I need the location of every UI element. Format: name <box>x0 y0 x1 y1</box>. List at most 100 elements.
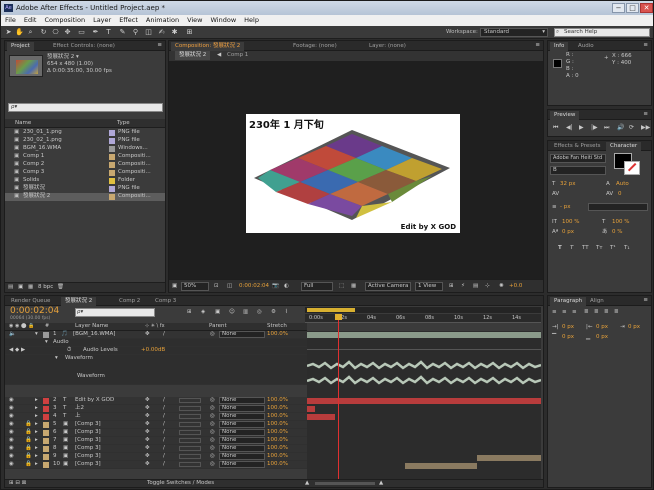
viewer-canvas[interactable]: 230年 1 月下旬 Edit by X GOD <box>169 61 543 279</box>
small-caps-icon[interactable]: Tᴛ <box>596 245 603 252</box>
time-navigator[interactable] <box>305 307 541 313</box>
last-frame-icon[interactable]: ⏭ <box>604 124 609 131</box>
font-family-select[interactable]: Adobe Fan Heiti Std <box>550 154 606 163</box>
stretch-value[interactable]: 100.0% <box>267 397 288 404</box>
twirl-closed-icon[interactable]: ▸ <box>35 397 38 404</box>
quality-switch-icon[interactable]: / <box>163 421 165 428</box>
collapse-switch-icon[interactable]: ✥ <box>145 461 150 468</box>
twirl-closed-icon[interactable]: ▸ <box>35 453 38 460</box>
collapse-switch-icon[interactable]: ✥ <box>145 331 150 338</box>
justify-last-center-icon[interactable]: ≣ <box>594 309 599 316</box>
menu-composition[interactable]: Composition <box>40 15 89 26</box>
stopwatch-icon[interactable]: ⏱ <box>67 347 71 354</box>
tab-effects-presets[interactable]: Effects & Presets <box>550 142 605 151</box>
tab-footage[interactable]: Footage: (none) <box>289 42 341 51</box>
quality-switch-icon[interactable]: / <box>163 413 165 420</box>
tab-audio[interactable]: Audio <box>574 42 598 51</box>
panel-menu-icon[interactable]: ≡ <box>643 297 648 304</box>
zoom-out-icon[interactable]: ▲ <box>305 480 309 487</box>
quality-switch-icon[interactable]: / <box>163 445 165 452</box>
label-color[interactable] <box>43 462 49 468</box>
flowchart-icon[interactable]: ⊹ <box>485 283 490 290</box>
transparency-grid-icon[interactable]: ▦ <box>351 283 356 290</box>
subscript-icon[interactable]: T₁ <box>624 245 630 252</box>
label-color[interactable] <box>43 438 49 444</box>
video-switch-icon[interactable]: ◉ <box>9 421 14 428</box>
current-time-indicator[interactable] <box>338 314 339 479</box>
twirl-closed-icon[interactable]: ▸ <box>35 405 38 412</box>
parent-select[interactable]: None <box>219 453 265 460</box>
project-item-label-color[interactable] <box>109 154 115 160</box>
always-preview-icon[interactable]: ▣ <box>172 283 177 290</box>
collapse-switch-icon[interactable]: ✥ <box>145 429 150 436</box>
panel-menu-icon[interactable]: ≡ <box>157 42 162 49</box>
tab-composition[interactable]: Composition: 發展狀況 2 <box>171 42 245 51</box>
layer-switches-icon[interactable]: ⊞ ⊟ ⊠ <box>9 480 26 487</box>
project-item-row[interactable]: ▣ Comp 1 Compositi... <box>5 153 165 161</box>
stretch-value[interactable]: 100.0% <box>267 421 288 428</box>
zoom-tool-icon[interactable]: ⌕ <box>26 28 35 37</box>
vertical-scale-value[interactable]: 100 % <box>562 219 579 226</box>
twirl-closed-icon[interactable]: ▸ <box>35 421 38 428</box>
parent-select[interactable]: None <box>219 397 265 404</box>
project-item-row[interactable]: ▣ 230_02_1.png PNG file <box>5 137 165 145</box>
tab-character[interactable]: Character <box>606 142 642 151</box>
layer-switch-boxes[interactable] <box>179 422 201 427</box>
label-color[interactable] <box>43 422 49 428</box>
roto-brush-tool-icon[interactable]: ✍ <box>157 28 166 37</box>
exposure-value[interactable]: +0.0 <box>509 283 522 290</box>
video-switch-icon[interactable]: ◉ <box>9 429 14 436</box>
twirl-closed-icon[interactable]: ▸ <box>35 429 38 436</box>
space-before-value[interactable]: 0 px <box>562 334 574 341</box>
justify-all-icon[interactable]: ≣ <box>614 309 619 316</box>
tab-timeline-comp3[interactable]: Comp 3 <box>151 297 180 306</box>
hand-tool-icon[interactable]: ✋ <box>15 28 24 37</box>
label-color[interactable] <box>43 332 49 338</box>
rectangle-tool-icon[interactable]: ▭ <box>77 28 86 37</box>
project-item-label-color[interactable] <box>109 186 115 192</box>
zoom-select[interactable]: 50% <box>181 282 209 291</box>
layer-row-7[interactable]: ◉ 🔒 ▸ 7 ▣ [Comp 3] ✥ / ◎ None 100.0% <box>5 437 307 445</box>
layer-switch-boxes[interactable] <box>179 462 201 467</box>
fast-previews-icon[interactable]: ⚡ <box>461 283 465 290</box>
parent-pick-whip-icon[interactable]: ◎ <box>210 461 215 468</box>
layer-row-1[interactable]: 🔈 ▾ 1 🎵 [BGM_16.WMA] ✥ / ◎ None 100.0% <box>5 331 307 339</box>
lock-icon[interactable]: 🔒 <box>25 437 32 444</box>
menu-layer[interactable]: Layer <box>89 15 115 26</box>
parent-pick-whip-icon[interactable]: ◎ <box>210 405 215 412</box>
motion-blur-icon[interactable]: ◎ <box>257 309 262 316</box>
ram-preview-icon[interactable]: ▶▶ <box>641 124 650 131</box>
collapse-switch-icon[interactable]: ✥ <box>145 413 150 420</box>
snapshot-icon[interactable]: 📷 <box>272 283 279 290</box>
collapse-switch-icon[interactable]: ✥ <box>145 421 150 428</box>
justify-last-right-icon[interactable]: ≣ <box>604 309 609 316</box>
indent-left-value[interactable]: 0 px <box>562 324 574 331</box>
stretch-value[interactable]: 100.0% <box>267 461 288 468</box>
horizontal-scale-value[interactable]: 100 % <box>612 219 629 226</box>
lock-icon[interactable]: 🔒 <box>25 453 32 460</box>
quality-switch-icon[interactable]: / <box>163 461 165 468</box>
menu-animation[interactable]: Animation <box>142 15 183 26</box>
layer-bar-3[interactable] <box>307 406 315 412</box>
video-switch-icon[interactable]: ◉ <box>9 437 14 444</box>
stretch-value[interactable]: 100.0% <box>267 445 288 452</box>
parent-select[interactable]: None <box>219 331 265 338</box>
project-item-row[interactable]: ▣ Comp 3 Compositi... <box>5 169 165 177</box>
interpret-footage-icon[interactable]: ▤ <box>8 284 13 291</box>
font-size-value[interactable]: 32 px <box>560 181 576 188</box>
stroke-type-select[interactable] <box>588 203 648 211</box>
parent-select[interactable]: None <box>219 413 265 420</box>
column-parent[interactable]: Parent <box>209 323 227 330</box>
zoom-in-icon[interactable]: ▲ <box>379 480 383 487</box>
parent-select[interactable]: None <box>219 461 265 468</box>
lock-icon[interactable]: 🔒 <box>25 421 32 428</box>
layer-row-4[interactable]: ◉ ▸ 4 T 上 ✥ / ◎ None 100.0% <box>5 413 307 421</box>
layer-switch-boxes[interactable] <box>179 446 201 451</box>
video-switch-icon[interactable]: ◉ <box>9 413 14 420</box>
stretch-value[interactable]: 100.0% <box>267 413 288 420</box>
menu-file[interactable]: File <box>1 15 20 26</box>
layer-name[interactable]: 上 <box>75 413 81 420</box>
label-color[interactable] <box>43 406 49 412</box>
parent-select[interactable]: None <box>219 405 265 412</box>
layer-switch-boxes[interactable] <box>179 398 201 403</box>
